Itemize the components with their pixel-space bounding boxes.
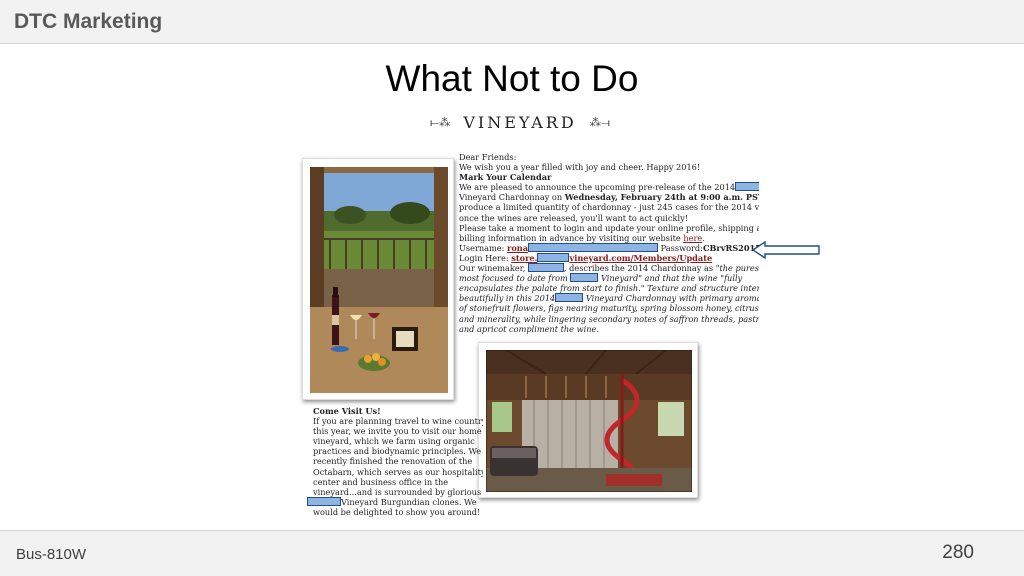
text-segment: billing information in advance by visiti… [459,232,684,243]
login-link[interactable]: store. [511,253,537,263]
visit-line: this year, we invite you to visit our ho… [313,426,483,437]
redaction-box [307,496,341,506]
letter-line: We are pleased to announce the upcoming … [459,182,759,192]
letter-line: We wish you a year filled with joy and c… [459,162,701,173]
password-text: CBrvRS2015! [702,242,759,253]
text-segment: Vineyard Chardonnay on [459,192,565,203]
photo-octabarn-interior [478,342,698,498]
letter-main: Dear Friends: We wish you a year filled … [459,152,759,334]
visit-line: center and business office in the [313,476,449,487]
letter-line: once the wines are released, you'll want… [459,212,689,223]
redaction-box [735,182,759,192]
letter-line: beautifully in this 2014 Vineyard Chardo… [459,293,759,303]
footer-bar: Bus-810W 280 [0,530,1024,576]
letter-line: and minerality, while lingering secondar… [459,313,759,324]
text-segment: Username: [459,242,507,253]
letter-visit: Come Visit Us! If you are planning trave… [307,406,483,517]
redaction-box [537,252,570,262]
visit-line: Octabarn, which serves as our hospitalit… [313,466,483,477]
visit-line: practices and biodynamic principles. We [313,446,482,457]
text-segment: "the purest and [715,263,759,274]
username-link[interactable]: rona [507,243,528,253]
letter-line: most focused to date from Vineyard" and … [459,273,759,283]
redaction-box [570,273,599,283]
letter-heading: Mark Your Calendar [459,172,552,183]
slide-title: What Not to Do [385,58,639,99]
redaction-box [528,242,659,252]
letter-line: billing information in advance by visiti… [459,233,759,243]
text-segment: Vineyard" and that the wine "fully [598,273,743,284]
letter-line: Vineyard Chardonnay on Wednesday, Februa… [459,192,759,202]
vineyard-logo: ⟝⁂ VINEYARD ⁂⟞ [430,112,610,134]
visit-line: If you are planning travel to wine count… [313,416,483,427]
visit-line: Vineyard Burgundian clones. We [307,496,483,507]
letter-line: encapsulates the palate from start to fi… [459,283,759,294]
page-number: 280 [942,542,974,563]
photo-vineyard-deck [302,158,454,400]
footer-course: Bus-810W [16,546,87,563]
letter-line: and apricot compliment the wine. [459,323,599,334]
letter-line: Login Here: store. vineyard.com/Members/U… [459,252,759,263]
text-segment: Vineyard Burgundian clones. We [341,496,477,507]
letter-line: produce a limited quantity of chardonnay… [459,202,759,213]
logo-ornament-left: ⟝⁂ [430,116,451,129]
redaction-box [555,293,584,303]
letter-line: of stonefruit flowers, figs nearing matu… [459,303,759,314]
header-bar: DTC Marketing [0,0,1024,44]
text-segment: Vineyard Chardonnay with primary aromas [583,293,759,304]
arrow-left-icon [752,241,820,259]
text-segment: . [702,232,705,243]
redaction-box [527,263,564,273]
letter-line: Dear Friends: [459,152,517,162]
visit-heading: Come Visit Us! [313,406,381,416]
visit-line: vineyard...and is surrounded by glorious [313,486,482,497]
header-title: DTC Marketing [14,10,163,33]
logo-ornament-right: ⁂⟞ [589,116,610,129]
octabarn-interior-image [486,350,692,492]
logo-text: VINEYARD [463,113,577,132]
letter-line: Username: rona Password:CBrvRS2015! [459,242,759,253]
login-link[interactable]: vineyard.com/Members/Update [569,253,712,263]
visit-line: recently finished the renovation of the [313,456,473,467]
vineyard-deck-image [310,167,448,393]
visit-line: vineyard, which we farm using organic [313,436,475,447]
text-segment: beautifully in this 2014 [459,293,556,304]
text-segment: Login Here: [459,252,512,263]
text-segment: Wednesday, February 24th at 9:00 a.m. PS… [564,192,759,203]
visit-line: would be delighted to show you around! [313,506,481,517]
text-segment: We are pleased to announce the upcoming … [459,182,736,193]
letter-line: Our winemaker, , describes the 2014 Char… [459,263,759,273]
text-segment: Our winemaker, [459,263,528,274]
text-segment: , describes the 2014 Chardonnay as [563,263,716,274]
letter-line: Please take a moment to login and update… [459,222,759,233]
here-link[interactable]: here [683,233,702,243]
text-segment: Password: [658,242,703,253]
text-segment: most focused to date from [459,273,571,284]
